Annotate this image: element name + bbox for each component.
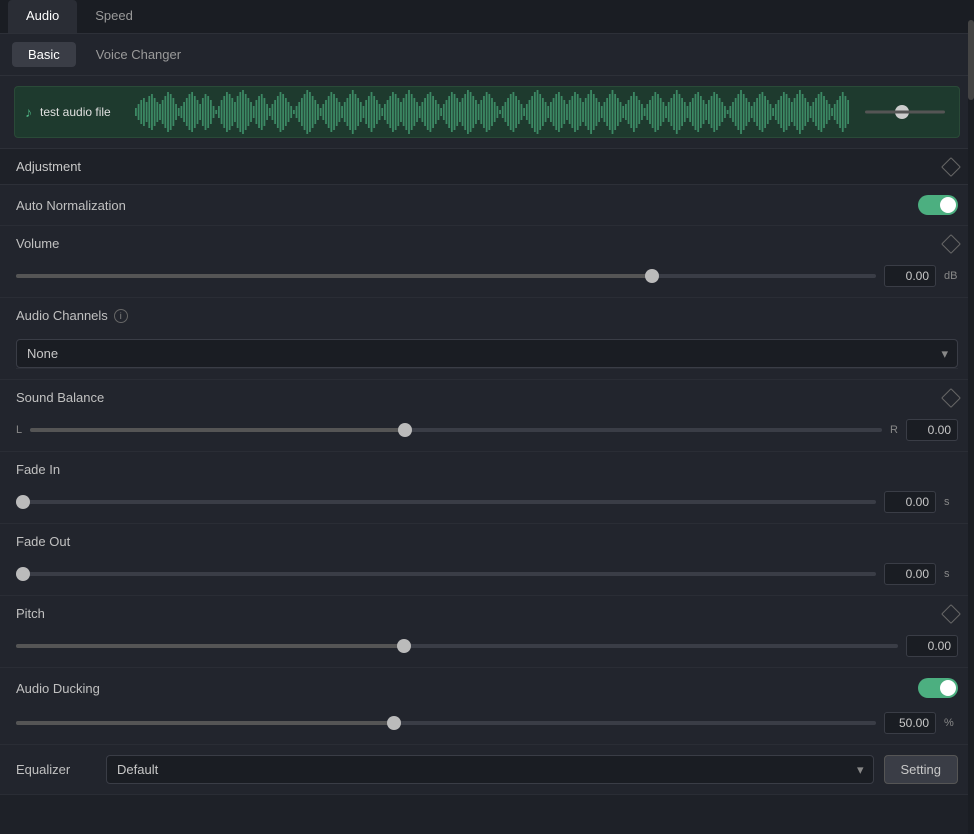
volume-slider-track[interactable] xyxy=(16,274,876,278)
equalizer-setting-button[interactable]: Setting xyxy=(884,755,958,784)
fade-in-row: Fade In 0.00 s xyxy=(0,452,974,524)
fade-out-unit: s xyxy=(944,568,958,580)
audio-ducking-label: Audio Ducking xyxy=(16,681,146,696)
adjustment-section-header: Adjustment xyxy=(0,149,974,185)
audio-channels-label: Audio Channels i xyxy=(16,308,146,323)
audio-channels-dropdown-container: None Stereo Mono Left Right ▾ xyxy=(16,333,958,369)
top-tabs: Audio Speed xyxy=(0,0,974,34)
equalizer-dropdown-wrapper: Default Classical Dance Full Bass Full T… xyxy=(106,755,874,784)
auto-normalization-toggle[interactable] xyxy=(918,195,958,215)
fade-out-slider-track[interactable] xyxy=(16,572,876,576)
audio-channels-select[interactable]: None Stereo Mono Left Right xyxy=(16,339,958,368)
waveform-track xyxy=(865,111,945,114)
pitch-label: Pitch xyxy=(16,606,96,621)
equalizer-select[interactable]: Default Classical Dance Full Bass Full T… xyxy=(106,755,874,784)
sound-balance-label: Sound Balance xyxy=(16,390,116,405)
audio-channels-info-icon[interactable]: i xyxy=(114,309,128,323)
sound-balance-label-l: L xyxy=(16,424,22,436)
pitch-slider-thumb[interactable] xyxy=(397,639,411,653)
scrollbar-thumb[interactable] xyxy=(968,20,974,100)
equalizer-label: Equalizer xyxy=(16,762,96,777)
fade-in-value[interactable]: 0.00 xyxy=(884,491,936,513)
fade-out-slider-thumb[interactable] xyxy=(16,567,30,581)
audio-ducking-slider-thumb[interactable] xyxy=(387,716,401,730)
fade-out-row: Fade Out 0.00 s xyxy=(0,524,974,596)
sound-balance-slider-track[interactable] xyxy=(30,428,882,432)
sound-balance-slider-thumb[interactable] xyxy=(398,423,412,437)
volume-row: Volume 0.00 dB xyxy=(0,226,974,298)
fade-in-slider-thumb[interactable] xyxy=(16,495,30,509)
tab-speed[interactable]: Speed xyxy=(77,0,151,33)
tab-voice-changer[interactable]: Voice Changer xyxy=(80,42,197,67)
sound-balance-label-r: R xyxy=(890,424,898,436)
fade-out-value[interactable]: 0.00 xyxy=(884,563,936,585)
audio-ducking-row: Audio Ducking 50.00 % xyxy=(0,668,974,745)
fade-out-label: Fade Out xyxy=(16,534,958,549)
adjustment-title: Adjustment xyxy=(16,159,81,174)
audio-ducking-value[interactable]: 50.00 xyxy=(884,712,936,734)
sub-tabs: Basic Voice Changer xyxy=(0,34,974,76)
music-icon: ♪ xyxy=(25,104,32,120)
volume-slider-thumb[interactable] xyxy=(645,269,659,283)
auto-normalization-label: Auto Normalization xyxy=(16,198,146,213)
fade-in-unit: s xyxy=(944,496,958,508)
waveform-svg xyxy=(135,90,849,134)
sound-balance-reset-icon[interactable] xyxy=(941,388,961,408)
pitch-value[interactable]: 0.00 xyxy=(906,635,958,657)
waveform-container: ♪ test audio file xyxy=(0,76,974,149)
volume-value[interactable]: 0.00 xyxy=(884,265,936,287)
auto-normalization-row: Auto Normalization xyxy=(0,185,974,226)
waveform-filename: test audio file xyxy=(40,105,111,119)
audio-ducking-toggle[interactable] xyxy=(918,678,958,698)
fade-in-label: Fade In xyxy=(16,462,958,477)
volume-reset-icon[interactable] xyxy=(941,234,961,254)
volume-label: Volume xyxy=(16,236,96,251)
scrollbar-track xyxy=(968,0,974,834)
tab-audio[interactable]: Audio xyxy=(8,0,77,33)
pitch-row: Pitch 0.00 xyxy=(0,596,974,668)
adjustment-reset-icon[interactable] xyxy=(941,157,961,177)
audio-channels-row: Audio Channels i None Stereo Mono Left R… xyxy=(0,298,974,380)
volume-unit: dB xyxy=(944,270,958,282)
pitch-slider-track[interactable] xyxy=(16,644,898,648)
waveform-bar[interactable]: ♪ test audio file xyxy=(14,86,960,138)
tab-basic[interactable]: Basic xyxy=(12,42,76,67)
equalizer-row: Equalizer Default Classical Dance Full B… xyxy=(0,745,974,795)
pitch-reset-icon[interactable] xyxy=(941,604,961,624)
waveform-visual xyxy=(15,87,959,137)
audio-channels-dropdown-wrapper: None Stereo Mono Left Right ▾ xyxy=(16,339,958,368)
audio-ducking-unit: % xyxy=(944,717,958,729)
sound-balance-value[interactable]: 0.00 xyxy=(906,419,958,441)
sound-balance-row: Sound Balance L R 0.00 xyxy=(0,380,974,452)
fade-in-slider-track[interactable] xyxy=(16,500,876,504)
content-area: Adjustment Auto Normalization Volume 0.0… xyxy=(0,149,974,795)
audio-ducking-slider-track[interactable] xyxy=(16,721,876,725)
